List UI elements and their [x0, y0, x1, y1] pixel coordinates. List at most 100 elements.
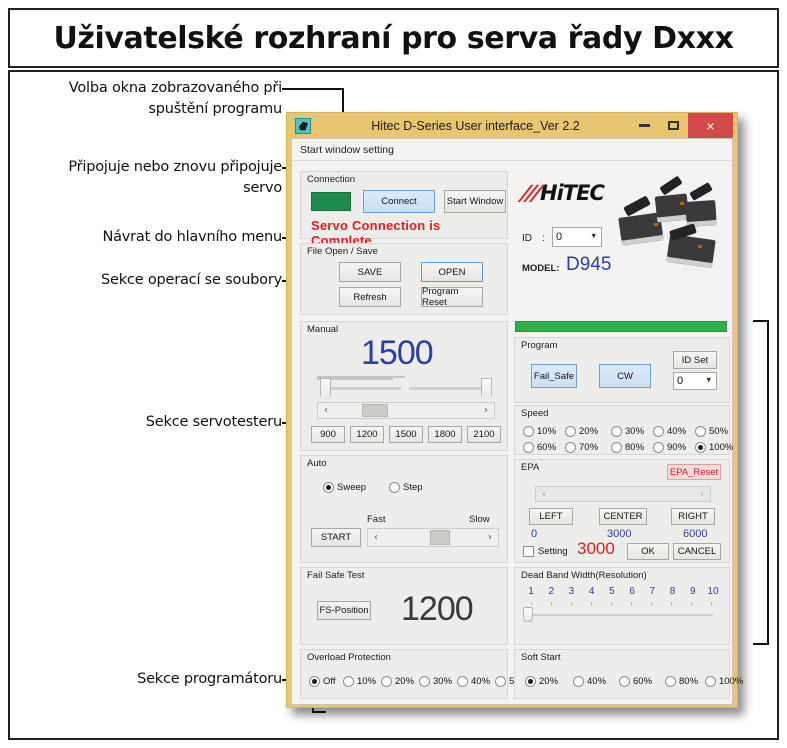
speed-option-80[interactable]: 80% [611, 442, 644, 453]
close-button[interactable]: × [688, 113, 733, 138]
manual-preset-2100[interactable]: 2100 [467, 426, 501, 443]
maximize-button[interactable] [659, 113, 688, 138]
dead-band-tick-3: 3 [568, 586, 575, 597]
auto-speed-scrollbar[interactable]: ‹ › [367, 528, 499, 547]
cw-button[interactable]: CW [599, 364, 651, 388]
soft-start-option-40-label: 40% [587, 676, 607, 687]
auto-start-button[interactable]: START [311, 528, 361, 547]
auto-speed-scroll-thumb[interactable] [430, 530, 450, 545]
soft-start-option-20[interactable]: 20% [525, 676, 558, 687]
scroll-right-icon[interactable]: › [694, 489, 710, 500]
start-window-button[interactable]: Start Window [444, 190, 506, 213]
epa-scrollbar[interactable]: ‹ › [535, 486, 711, 502]
scroll-left-icon[interactable]: ‹ [536, 489, 552, 500]
radio-icon [695, 442, 706, 453]
speed-option-30[interactable]: 30% [611, 426, 644, 437]
auto-mode-sweep[interactable]: Sweep [323, 482, 366, 493]
menu-strip[interactable]: Start window setting [292, 139, 732, 161]
auto-mode-step[interactable]: Step [389, 482, 423, 493]
leader-right-bottom [753, 643, 767, 645]
epa-reset-button[interactable]: EPA_Reset [667, 464, 721, 480]
speed-option-70[interactable]: 70% [565, 442, 598, 453]
connect-button[interactable]: Connect [363, 190, 435, 213]
checkbox-icon [523, 546, 534, 557]
chevron-down-icon: ▾ [706, 374, 711, 385]
overload-option-30[interactable]: 30% [419, 676, 452, 687]
menu-item-start-window-setting[interactable]: Start window setting [300, 144, 394, 156]
overload-option-30-label: 30% [433, 676, 453, 687]
annotation-connect: Připojuje nebo znovu připojuje servo [68, 159, 282, 196]
annotation-programmer: Sekce programátoru [137, 671, 282, 687]
speed-option-60[interactable]: 60% [523, 442, 556, 453]
leader-right-top [753, 320, 767, 322]
file-ops-group: File Open / Save SAVE OPEN Refresh Progr… [300, 243, 508, 315]
speed-option-40-label: 40% [667, 426, 687, 437]
auto-group-label: Auto [307, 458, 327, 469]
dead-band-scale: 1 2 3 4 5 6 7 8 9 10 [523, 586, 721, 597]
scroll-left-icon[interactable]: ‹ [318, 405, 334, 416]
page-title: Uživatelské rozhraní pro serva řady Dxxx [53, 20, 734, 56]
leader-programmer-bottom [312, 711, 326, 713]
manual-scrollbar[interactable]: ‹ › [317, 402, 495, 419]
fail-safe-button[interactable]: Fail_Safe [531, 364, 577, 388]
soft-start-option-40[interactable]: 40% [573, 676, 606, 687]
page-body: Volba okna zobrazovaného při spuštění pr… [8, 70, 779, 740]
overload-option-off-label: Off [323, 676, 336, 687]
speed-option-100[interactable]: 100% [695, 442, 733, 453]
soft-start-option-100[interactable]: 100% [705, 676, 743, 687]
radio-icon [323, 482, 334, 493]
manual-preset-1200[interactable]: 1200 [350, 426, 384, 443]
scroll-right-icon[interactable]: › [482, 532, 498, 543]
speed-group-label: Speed [521, 408, 549, 419]
epa-right-button[interactable]: RIGHT [671, 508, 715, 525]
manual-preset-1800[interactable]: 1800 [428, 426, 462, 443]
radio-icon [343, 676, 354, 687]
overload-option-off[interactable]: Off [309, 676, 336, 687]
scroll-right-icon[interactable]: › [478, 405, 494, 416]
save-button[interactable]: SAVE [339, 262, 401, 282]
overload-option-20-label: 20% [395, 676, 415, 687]
window-titlebar[interactable]: Hitec D-Series User interface_Ver 2.2 × [291, 113, 733, 138]
radio-icon [611, 442, 622, 453]
id-set-button[interactable]: ID Set [673, 351, 717, 369]
program-reset-button[interactable]: Program Reset [421, 286, 483, 308]
soft-start-option-60[interactable]: 60% [619, 676, 652, 687]
program-id-select[interactable]: 0 ▾ [673, 372, 717, 390]
dead-band-slider-handle[interactable] [523, 607, 533, 622]
manual-preset-900[interactable]: 900 [311, 426, 345, 443]
fs-position-button[interactable]: FS-Position [317, 601, 371, 620]
manual-dual-slider[interactable] [317, 376, 495, 402]
speed-option-20[interactable]: 20% [565, 426, 598, 437]
speed-option-40[interactable]: 40% [653, 426, 686, 437]
dead-band-tick-8: 8 [669, 586, 676, 597]
open-button[interactable]: OPEN [421, 262, 483, 282]
epa-left-button[interactable]: LEFT [529, 508, 573, 525]
dead-band-tick-1: 1 [528, 586, 534, 597]
annotation-file-ops: Sekce operací se soubory [101, 272, 282, 288]
refresh-button[interactable]: Refresh [339, 287, 401, 307]
manual-preset-1500[interactable]: 1500 [389, 426, 423, 443]
epa-cancel-button[interactable]: CANCEL [673, 543, 721, 560]
radio-icon [309, 676, 320, 687]
soft-start-option-20-label: 20% [539, 676, 559, 687]
overload-option-20[interactable]: 20% [381, 676, 414, 687]
epa-setting-label: Setting [538, 546, 568, 557]
speed-option-10[interactable]: 10% [523, 426, 556, 437]
speed-option-50[interactable]: 50% [695, 426, 728, 437]
id-select[interactable]: 0 ▾ [552, 227, 602, 247]
file-ops-group-label: File Open / Save [307, 246, 378, 257]
progress-bar [515, 321, 727, 332]
minimize-button[interactable] [630, 113, 659, 138]
manual-slider-track-left [323, 387, 401, 390]
soft-start-option-80[interactable]: 80% [665, 676, 698, 687]
speed-option-90[interactable]: 90% [653, 442, 686, 453]
epa-center-button[interactable]: CENTER [599, 508, 647, 525]
epa-setting-checkbox[interactable]: Setting [523, 546, 568, 557]
manual-scroll-thumb[interactable] [362, 404, 388, 417]
overload-option-40[interactable]: 40% [457, 676, 490, 687]
manual-slider-handle-right[interactable] [481, 378, 493, 402]
epa-ok-button[interactable]: OK [627, 543, 669, 560]
scroll-left-icon[interactable]: ‹ [368, 532, 384, 543]
overload-option-10[interactable]: 10% [343, 676, 376, 687]
manual-slider-handle-left[interactable] [320, 378, 332, 402]
